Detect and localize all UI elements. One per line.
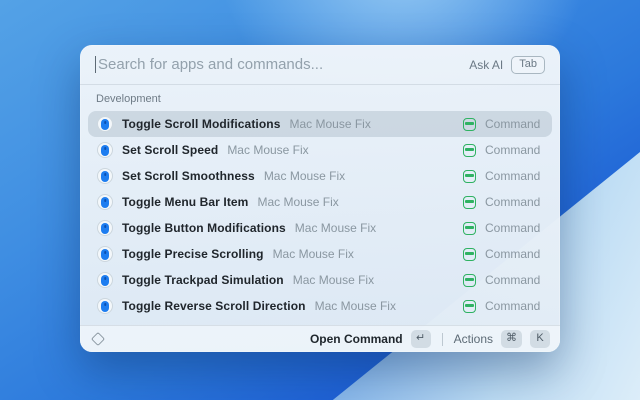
rows-container: Toggle Scroll Modifications Mac Mouse Fi…: [88, 111, 552, 319]
command-app-name: Mac Mouse Fix: [227, 143, 308, 157]
command-title: Toggle Trackpad Simulation: [122, 273, 284, 287]
tab-keycap: Tab: [511, 56, 545, 74]
mouse-icon: [101, 275, 109, 286]
actions-button[interactable]: Actions: [454, 332, 493, 346]
command-type-icon: [463, 248, 476, 261]
command-title: Toggle Precise Scrolling: [122, 247, 264, 261]
command-app-name: Mac Mouse Fix: [295, 221, 376, 235]
mac-mouse-fix-app-icon: [97, 246, 113, 262]
mouse-icon: [101, 119, 109, 130]
command-type-icon: [463, 222, 476, 235]
mouse-icon: [101, 223, 109, 234]
mouse-icon: [101, 301, 109, 312]
command-type-label: Command: [485, 273, 543, 287]
results-list: Development Toggle Scroll Modifications …: [80, 85, 560, 325]
command-title: Toggle Button Modifications: [122, 221, 286, 235]
command-app-name: Mac Mouse Fix: [257, 195, 338, 209]
command-type-label: Command: [485, 299, 543, 313]
list-item[interactable]: Toggle Precise Scrolling Mac Mouse Fix C…: [88, 241, 552, 267]
section-header-development: Development: [88, 91, 552, 111]
mac-mouse-fix-app-icon: [97, 168, 113, 184]
command-type-icon: [463, 196, 476, 209]
command-type-icon: [463, 274, 476, 287]
command-type-label: Command: [485, 143, 543, 157]
command-type-label: Command: [485, 169, 543, 183]
command-type-label: Command: [485, 221, 543, 235]
command-type-icon: [463, 300, 476, 313]
command-type-icon: [463, 170, 476, 183]
launcher-window: Ask AI Tab Development Toggle Scroll Mod…: [80, 45, 560, 352]
search-bar: Ask AI Tab: [80, 45, 560, 85]
command-title: Toggle Menu Bar Item: [122, 195, 248, 209]
raycast-logo-icon: [91, 332, 105, 346]
text-caret: [95, 56, 96, 73]
command-app-name: Mac Mouse Fix: [315, 299, 396, 313]
mouse-icon: [101, 171, 109, 182]
list-item[interactable]: Toggle Reverse Scroll Direction Mac Mous…: [88, 293, 552, 319]
list-item[interactable]: Toggle Scroll Modifications Mac Mouse Fi…: [88, 111, 552, 137]
mac-mouse-fix-app-icon: [97, 298, 113, 314]
mouse-icon: [101, 197, 109, 208]
command-type-icon: [463, 144, 476, 157]
search-input[interactable]: [98, 56, 469, 73]
return-keycap: ↵: [411, 330, 431, 348]
command-title: Set Scroll Smoothness: [122, 169, 255, 183]
section-header-favorites: Favorites: [88, 319, 552, 325]
mouse-icon: [101, 249, 109, 260]
command-type-icon: [463, 118, 476, 131]
command-type-label: Command: [485, 247, 543, 261]
list-item[interactable]: Toggle Trackpad Simulation Mac Mouse Fix…: [88, 267, 552, 293]
command-title: Toggle Scroll Modifications: [122, 117, 280, 131]
command-app-name: Mac Mouse Fix: [273, 247, 354, 261]
mouse-icon: [101, 145, 109, 156]
command-title: Toggle Reverse Scroll Direction: [122, 299, 306, 313]
list-item[interactable]: Toggle Button Modifications Mac Mouse Fi…: [88, 215, 552, 241]
mac-mouse-fix-app-icon: [97, 220, 113, 236]
list-item[interactable]: Set Scroll Smoothness Mac Mouse Fix Comm…: [88, 163, 552, 189]
open-command-button[interactable]: Open Command: [310, 332, 403, 346]
command-type-label: Command: [485, 195, 543, 209]
list-item[interactable]: Toggle Menu Bar Item Mac Mouse Fix Comma…: [88, 189, 552, 215]
command-app-name: Mac Mouse Fix: [264, 169, 345, 183]
cmd-keycap: ⌘: [501, 330, 522, 348]
ask-ai-label[interactable]: Ask AI: [469, 58, 503, 72]
mac-mouse-fix-app-icon: [97, 272, 113, 288]
status-footer: Open Command ↵ Actions ⌘ K: [80, 325, 560, 352]
command-title: Set Scroll Speed: [122, 143, 218, 157]
mac-mouse-fix-app-icon: [97, 116, 113, 132]
command-type-label: Command: [485, 117, 543, 131]
command-app-name: Mac Mouse Fix: [289, 117, 370, 131]
k-keycap: K: [530, 330, 550, 348]
command-app-name: Mac Mouse Fix: [293, 273, 374, 287]
mac-mouse-fix-app-icon: [97, 142, 113, 158]
mac-mouse-fix-app-icon: [97, 194, 113, 210]
footer-divider: [442, 333, 443, 346]
list-item[interactable]: Set Scroll Speed Mac Mouse Fix Command: [88, 137, 552, 163]
